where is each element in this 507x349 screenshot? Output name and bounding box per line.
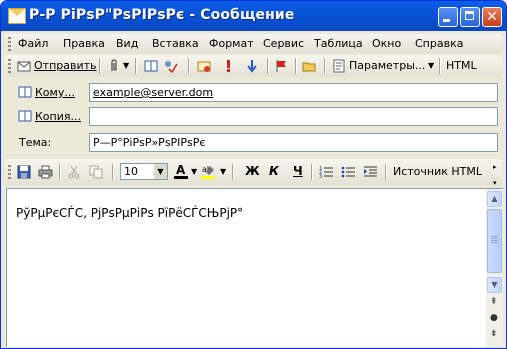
chevron-down-icon[interactable]: ▼ [154,164,167,179]
toolbar-separator [59,164,61,180]
highlight-icon[interactable]: ab [201,163,216,179]
italic-button[interactable]: К [269,164,279,178]
attach-dropdown-icon[interactable]: ▼ [123,58,129,74]
menu-window[interactable]: Окно [372,37,401,50]
options-button[interactable]: Параметры... [349,58,425,74]
numbered-list-icon[interactable]: 123 [319,165,334,180]
bold-button[interactable]: Ж [245,164,260,178]
to-button[interactable]: Кому... [35,86,75,99]
indent-icon[interactable] [363,165,378,179]
message-window: Р-Р РiРsР"РsРIРsРє - Сообщение ✕ Файл Пр… [0,0,507,349]
svg-text:A: A [176,163,186,177]
toolbar-options-icon[interactable]: ▸ ▾ [493,159,497,191]
address-book-icon [18,85,33,99]
font-color-icon[interactable]: A [174,163,189,179]
send-icon [17,59,32,73]
scroll-thumb[interactable] [487,209,502,273]
toolbar-grip[interactable] [8,165,11,179]
menu-help[interactable]: Справка [415,37,463,50]
address-fields: Кому... example@server.dom Копия... Тема… [5,79,502,155]
minimize-button[interactable] [438,7,458,27]
toolbar-separator [295,58,297,74]
underline-button[interactable]: Ч [293,164,303,178]
menu-insert[interactable]: Вставка [152,37,199,50]
open-folder-icon[interactable] [302,59,317,73]
message-body[interactable]: РўРµРєСЃС‚ РјРѕРµРіРѕ РїРёСЃСЊРјР° [6,188,487,347]
toolbar-separator [385,164,387,180]
options-icon [332,59,347,73]
print-icon[interactable] [38,165,53,179]
menu-view[interactable]: Вид [116,37,138,50]
flag-options-icon[interactable] [197,59,212,73]
toolbar-separator [188,58,190,74]
copy-icon[interactable] [89,165,104,179]
font-size-select[interactable]: 10 ▼ [120,163,168,180]
subject-field[interactable]: Р—Р°РіРsР»РsРІРsРє [89,133,498,152]
menu-table[interactable]: Таблица [314,37,363,50]
menu-file[interactable]: Файл [18,37,48,50]
toolbar-separator [112,164,114,180]
message-text: РўРµРєСЃС‚ РјРѕРµРіРѕ РїРёСЃСЊРјР° [16,206,244,220]
cut-icon[interactable] [67,165,82,179]
send-button[interactable]: Отправить [34,58,97,74]
title-bar[interactable]: Р-Р РiРsР"РsРIРsРє - Сообщение ✕ [1,1,506,31]
menu-tools[interactable]: Сервис [263,37,304,50]
font-size-value: 10 [124,165,138,178]
menu-bar: Файл Правка Вид Вставка Формат Сервис Та… [5,34,502,53]
svg-text:3: 3 [319,174,322,179]
options-dropdown-icon[interactable]: ▼ [428,58,434,74]
envelope-icon [8,8,26,24]
highlight-dropdown-icon[interactable]: ▼ [220,164,226,180]
toolbar-separator [135,58,137,74]
menu-edit[interactable]: Правка [63,37,105,50]
scroll-up-button[interactable]: ▲ [487,191,502,207]
subject-label: Тема: [19,136,52,149]
standard-toolbar: Отправить ▼ Параметры... ▼ HTML [5,55,502,77]
high-importance-icon[interactable] [221,59,236,73]
message-format-select[interactable]: HTML [446,58,477,74]
cc-field[interactable] [89,107,498,126]
vertical-scrollbar[interactable]: ▲ ▼ ⇞ ● ⇟ [486,188,503,347]
toolbar-grip[interactable] [8,59,11,73]
formatting-toolbar: 10 ▼ A ▼ ab ▼ Ж К Ч 123 Источник HTML ▸ ▾ [5,159,502,187]
follow-up-flag-icon[interactable] [274,59,289,73]
toolbar-separator [311,164,313,180]
bullet-list-icon[interactable] [341,165,356,179]
font-color-dropdown-icon[interactable]: ▼ [191,164,197,180]
to-recipient[interactable]: example@server.dom [93,86,213,99]
maximize-button[interactable] [460,7,480,27]
toolbar-separator [267,58,269,74]
window-title: Р-Р РiРsР"РsРIРsРє - Сообщение [29,7,295,23]
attach-icon[interactable] [106,59,121,73]
select-browse-object-icon[interactable]: ● [490,313,498,323]
to-field[interactable]: example@server.dom [89,83,498,102]
next-page-icon[interactable]: ⇟ [490,329,498,339]
close-button[interactable]: ✕ [482,7,502,27]
save-icon[interactable] [17,165,32,179]
address-book-icon [18,109,33,123]
html-source-button[interactable]: Источник HTML [393,164,482,180]
previous-page-icon[interactable]: ⇞ [490,297,498,307]
low-importance-icon[interactable] [245,59,260,73]
toolbar-separator [439,58,441,74]
menu-grip[interactable] [8,37,11,51]
cc-button[interactable]: Копия... [35,110,81,123]
toolbar-separator [99,58,101,74]
address-book-icon[interactable] [144,59,159,73]
check-names-icon[interactable] [163,59,178,74]
scroll-down-button[interactable]: ▼ [487,277,502,293]
toolbar-separator [232,164,234,180]
menu-format[interactable]: Формат [209,37,254,50]
toolbar-separator [324,58,326,74]
